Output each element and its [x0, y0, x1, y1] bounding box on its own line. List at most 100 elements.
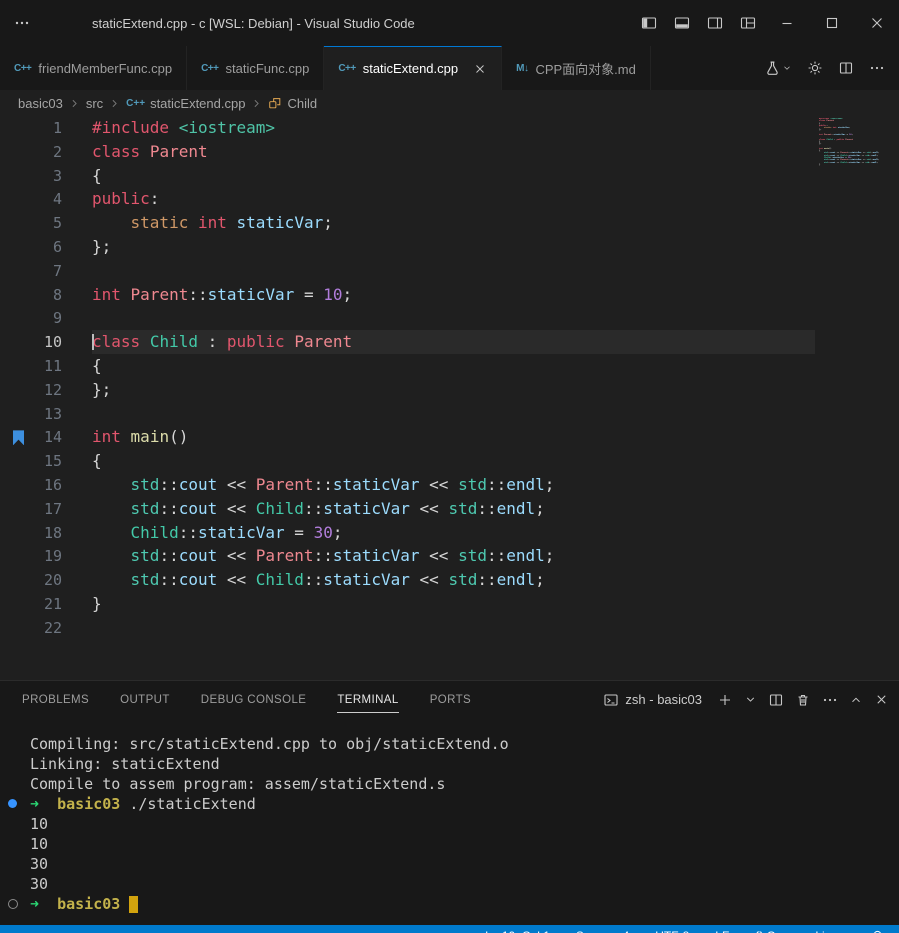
code-line[interactable]: 4public:	[0, 187, 899, 211]
panel-tab-terminal[interactable]: TERMINAL	[337, 694, 398, 706]
run-task-button[interactable]	[764, 60, 792, 77]
close-panel-icon[interactable]	[874, 692, 889, 707]
panel-tab-debug-console[interactable]: DEBUG CONSOLE	[201, 694, 307, 706]
breadcrumb-folder[interactable]: src	[86, 96, 103, 111]
customize-layout-icon[interactable]	[731, 0, 764, 46]
tab-label: CPP面向对象.md	[535, 59, 635, 78]
code-line[interactable]: 3{	[0, 164, 899, 188]
code-token: main	[131, 427, 170, 446]
toggle-secondary-sidebar-icon[interactable]	[698, 0, 731, 46]
notifications-bell-icon[interactable]	[870, 929, 885, 933]
code-line[interactable]: 18 Child::staticVar = 30;	[0, 521, 899, 545]
code-line[interactable]: 11{	[0, 354, 899, 378]
tab-friendMemberFunc[interactable]: C++ friendMemberFunc.cpp	[0, 46, 187, 90]
statusbar-item[interactable]: UTF-8	[655, 929, 689, 933]
maximize-button[interactable]	[809, 0, 854, 46]
new-terminal-icon[interactable]	[717, 692, 733, 708]
code-line[interactable]: 8int Parent::staticVar = 10;	[0, 283, 899, 307]
code-token: static	[824, 127, 832, 129]
breadcrumb-symbol[interactable]: Child	[287, 96, 317, 111]
code-token: Parent	[256, 546, 314, 565]
code-token: #include	[92, 118, 169, 137]
kill-terminal-trash-icon[interactable]	[795, 692, 811, 708]
minimize-button[interactable]	[764, 0, 809, 46]
code-line[interactable]: 17 std::cout << Child::staticVar << std:…	[0, 497, 899, 521]
gear-icon[interactable]	[807, 60, 823, 76]
panel-tabs: PROBLEMS OUTPUT DEBUG CONSOLE TERMINAL P…	[22, 694, 471, 706]
code-token: staticVar	[333, 546, 420, 565]
tab-staticFunc[interactable]: C++ staticFunc.cpp	[187, 46, 324, 90]
code-token: Parent	[294, 332, 352, 351]
launch-profile-chevron-icon[interactable]	[744, 693, 757, 706]
breadcrumb-folder[interactable]: basic03	[18, 96, 63, 111]
code-token	[121, 285, 131, 304]
tab-staticExtend-active[interactable]: C++ staticExtend.cpp	[324, 46, 502, 90]
code-token: Child	[131, 523, 179, 542]
code-token	[140, 142, 150, 161]
code-token: endl	[506, 546, 545, 565]
code-line[interactable]: 21}	[0, 592, 899, 616]
code-line[interactable]: 12};	[0, 378, 899, 402]
command-decoration-gray[interactable]	[8, 899, 18, 909]
terminal-picker[interactable]: zsh - basic03	[603, 692, 702, 708]
code-token: 10	[323, 285, 342, 304]
cpp-file-icon: C++	[201, 63, 218, 74]
code-token: ;	[849, 127, 850, 129]
panel-tab-problems[interactable]: PROBLEMS	[22, 694, 89, 706]
terminal-line: Compile to assem program: assem/staticEx…	[30, 774, 899, 794]
code-line[interactable]: 7	[0, 259, 899, 283]
breadcrumb-file[interactable]: staticExtend.cpp	[150, 96, 245, 111]
panel-tab-output[interactable]: OUTPUT	[120, 694, 170, 706]
close-tab-icon[interactable]	[473, 62, 487, 76]
chevron-right-icon	[108, 97, 121, 110]
panel-more-actions-icon[interactable]	[822, 692, 838, 708]
statusbar-item[interactable]: {} C++	[755, 929, 789, 933]
code-token: ;	[535, 499, 545, 518]
statusbar-item[interactable]: LF	[715, 929, 729, 933]
code-token: public	[92, 189, 150, 208]
command-decoration-blue[interactable]	[8, 799, 17, 808]
code-token	[285, 332, 295, 351]
code-line[interactable]: 16 std::cout << Parent::staticVar << std…	[0, 473, 899, 497]
toggle-primary-sidebar-icon[interactable]	[632, 0, 665, 46]
statusbar-item[interactable]: Spaces: 4	[576, 929, 629, 933]
code-line[interactable]: 13	[0, 402, 899, 426]
statusbar-item[interactable]: Linux	[815, 929, 844, 933]
tab-cpp-oop-md[interactable]: M↓ CPP面向对象.md	[502, 46, 651, 90]
code-line[interactable]: 2class Parent	[0, 140, 899, 164]
panel-tab-ports[interactable]: PORTS	[430, 694, 471, 706]
code-line[interactable]: 10class Child : public Parent	[0, 330, 899, 354]
maximize-panel-chevron-icon[interactable]	[849, 693, 863, 707]
code-line[interactable]: 6};	[0, 235, 899, 259]
split-terminal-icon[interactable]	[768, 692, 784, 708]
code-token: ;	[877, 155, 878, 157]
code-line[interactable]: 5 static int staticVar;	[0, 211, 899, 235]
close-window-button[interactable]	[854, 0, 899, 46]
more-actions-icon[interactable]	[869, 60, 885, 76]
code-token: ::	[487, 475, 506, 494]
line-number: 18	[0, 522, 62, 546]
code-line[interactable]: 1#include <iostream>	[0, 116, 899, 140]
split-editor-icon[interactable]	[838, 60, 854, 76]
code-line[interactable]: 22	[0, 616, 899, 640]
toggle-panel-icon[interactable]	[665, 0, 698, 46]
statusbar-item[interactable]: Ln 10, Col 1	[485, 929, 550, 933]
code-line[interactable]: 15{	[0, 449, 899, 473]
code-token: ::	[159, 570, 178, 589]
code-token: Parent	[845, 139, 853, 141]
code-line[interactable]: 9	[0, 306, 899, 330]
code-line[interactable]: 14int main()	[0, 425, 899, 449]
code-token: staticVar	[323, 499, 410, 518]
code-token	[92, 523, 131, 542]
code-token: ;	[545, 546, 555, 565]
editor[interactable]: 1#include <iostream>2class Parent3{4 publ…	[0, 116, 899, 680]
code-line[interactable]: 19 std::cout << Parent::staticVar << std…	[0, 544, 899, 568]
code-token: ::	[314, 546, 333, 565]
code-token: basic03	[57, 895, 120, 913]
code-line[interactable]: 20 std::cout << Child::staticVar << std:…	[0, 568, 899, 592]
line-number: 4	[0, 188, 62, 212]
vscode-window: staticExtend.cpp - c [WSL: Debian] - Vis…	[0, 0, 899, 933]
terminal-output[interactable]: Compiling: src/staticExtend.cpp to obj/s…	[0, 718, 899, 925]
minimap[interactable]: #include <iostream>class Parent{public: …	[813, 118, 899, 169]
menu-overflow-icon[interactable]	[0, 15, 44, 31]
